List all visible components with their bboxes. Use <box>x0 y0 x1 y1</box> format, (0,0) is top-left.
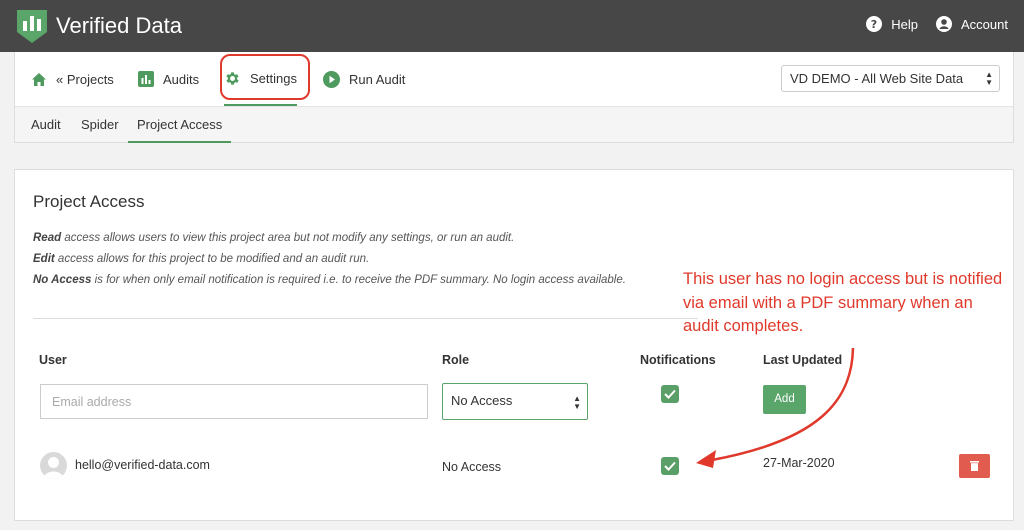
description-no-access: No Access is for when only email notific… <box>33 274 626 286</box>
help-link[interactable]: ? Help <box>866 16 918 32</box>
description-text: access allows users to view this project… <box>61 232 515 244</box>
account-link[interactable]: Account <box>936 16 1008 32</box>
top-bar: Verified Data ? Help Account <box>0 0 1024 52</box>
tab-settings[interactable]: Settings <box>224 52 297 106</box>
role-select[interactable]: No Access ▲ ▼ <box>442 383 588 420</box>
row-user-email: hello@verified-data.com <box>75 458 210 472</box>
play-icon <box>323 70 340 88</box>
row-role: No Access <box>442 460 502 474</box>
tab-audits[interactable]: Audits <box>138 52 199 106</box>
project-access-panel: Project Access Read access allows users … <box>14 169 1014 521</box>
tab-run-audit-label: Run Audit <box>349 71 406 87</box>
svg-text:?: ? <box>871 18 877 31</box>
tab-settings-label: Settings <box>250 70 297 86</box>
description-read: Read access allows users to view this pr… <box>33 232 514 244</box>
notifications-checkbox-new[interactable] <box>661 385 679 403</box>
trash-icon <box>970 461 979 471</box>
tab-projects[interactable]: « Projects <box>31 52 114 106</box>
description-term: Edit <box>33 253 55 265</box>
tab-projects-label: « Projects <box>56 71 114 87</box>
column-header-notifications: Notifications <box>640 353 716 367</box>
column-header-last-updated: Last Updated <box>763 353 843 367</box>
column-header-user: User <box>39 353 67 367</box>
verified-data-logo <box>17 10 47 43</box>
column-header-role: Role <box>442 353 470 367</box>
gear-icon <box>226 71 239 85</box>
subtab-project-access[interactable]: Project Access <box>128 107 232 143</box>
select-arrows-icon: ▲ ▼ <box>985 70 993 87</box>
brand[interactable]: Verified Data <box>14 8 182 44</box>
app-title: Verified Data <box>56 13 182 38</box>
bar-chart-icon <box>138 71 154 87</box>
tab-audits-label: Audits <box>163 71 200 87</box>
subtabs: Audit Spider Project Access <box>15 106 1013 143</box>
project-select[interactable]: VD DEMO - All Web Site Data ▲ ▼ <box>781 65 1000 92</box>
description-text: access allows for this project to be mod… <box>54 253 370 265</box>
account-icon <box>936 16 953 32</box>
add-user-button[interactable]: Add <box>763 385 806 414</box>
subtab-audit[interactable]: Audit <box>31 107 61 143</box>
avatar <box>40 452 67 479</box>
description-term: No Access <box>33 274 92 286</box>
annotation-text: This user has no login access but is not… <box>683 270 1003 335</box>
home-icon <box>32 72 46 86</box>
checkmark-icon <box>664 461 676 471</box>
divider <box>33 318 698 319</box>
subtab-spider[interactable]: Spider <box>81 107 119 143</box>
notifications-checkbox-row[interactable] <box>661 457 679 475</box>
account-label: Account <box>961 16 1008 32</box>
top-nav: ? Help Account <box>848 16 1008 32</box>
description-term: Read <box>33 232 62 244</box>
delete-user-button[interactable] <box>959 454 990 478</box>
select-arrows-icon: ▲ ▼ <box>573 394 581 411</box>
user-placeholder-icon <box>43 457 64 479</box>
help-label: Help <box>891 16 919 32</box>
row-last-updated: 27-Mar-2020 <box>763 456 835 470</box>
page-title: Project Access <box>33 192 145 211</box>
role-select-value: No Access <box>451 393 513 408</box>
description-edit: Edit access allows for this project to b… <box>33 253 369 265</box>
checkmark-icon <box>664 389 676 399</box>
tab-run-audit[interactable]: Run Audit <box>323 52 405 106</box>
project-nav: « Projects Audits Settings Run Audit VD … <box>14 52 1014 143</box>
description-text: is for when only email notification is r… <box>91 274 626 286</box>
project-select-value: VD DEMO - All Web Site Data <box>790 71 964 86</box>
email-input[interactable] <box>40 384 428 419</box>
help-icon: ? <box>866 16 883 32</box>
